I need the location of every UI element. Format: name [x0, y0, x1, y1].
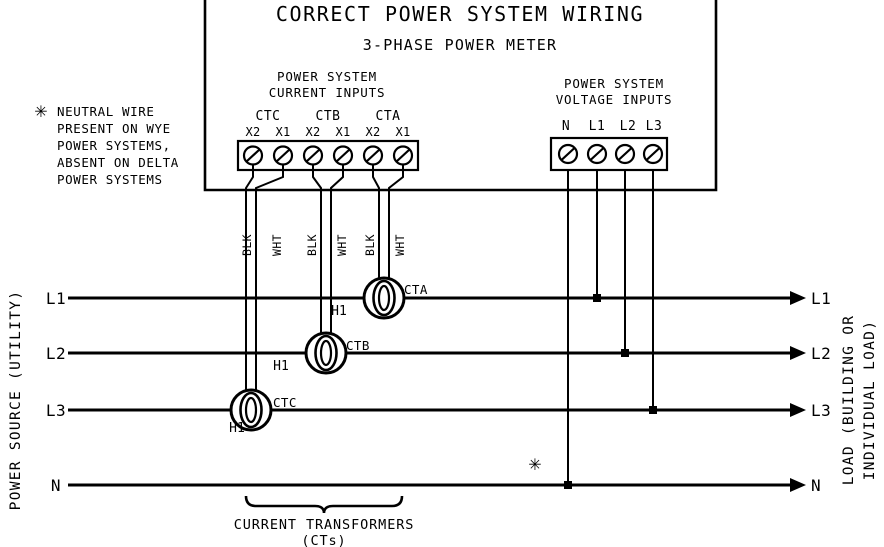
terminal-label-ctb-x1: X1	[335, 125, 350, 139]
ct-caption-line2: (CTs)	[301, 533, 346, 547]
ct-group-label-cta: CTA	[376, 109, 401, 124]
junction-dot-l2	[621, 349, 629, 357]
terminal-screw-ctb-x1[interactable]	[332, 145, 354, 166]
source-line-label-l2: L2	[46, 344, 66, 363]
junction-dot-n	[564, 481, 572, 489]
voltage-inputs-heading-line1: POWER SYSTEM	[564, 76, 664, 91]
source-line-label-n: N	[51, 476, 61, 495]
asterisk-note-icon: ✳	[35, 98, 48, 122]
ct-label-cta: CTA	[404, 282, 428, 297]
terminal-label-ctc-x2: X2	[245, 125, 260, 139]
ct-polarity-label-cta: H1	[331, 304, 347, 319]
wire-label-ctc-blk: BLK	[240, 234, 254, 256]
ct-label-ctc: CTC	[273, 395, 297, 410]
note-line-5: POWER SYSTEMS	[57, 172, 163, 187]
current-transformer-ctb	[304, 331, 348, 375]
load-line-label-n: N	[811, 476, 821, 495]
load-side-label-line1: LOAD (BUILDING OR	[841, 315, 857, 486]
terminal-screw-ctc-x1[interactable]	[272, 145, 294, 166]
note-line-3: POWER SYSTEMS,	[57, 138, 171, 153]
voltage-terminal-label-l1: L1	[589, 119, 606, 134]
terminal-label-ctb-x2: X2	[305, 125, 320, 139]
wire-label-cta-blk: BLK	[363, 234, 377, 256]
load-side-label-line2: INDIVIDUAL LOAD)	[862, 320, 878, 480]
terminal-screw-voltage-l2[interactable]	[614, 143, 636, 165]
load-line-label-l2: L2	[811, 344, 831, 363]
junction-dot-l1	[593, 294, 601, 302]
voltage-terminal-label-l2: L2	[620, 119, 637, 134]
wire-label-cta-wht: WHT	[393, 234, 407, 256]
wire-label-ctb-wht: WHT	[335, 234, 349, 256]
terminal-label-cta-x1: X1	[395, 125, 410, 139]
current-transformer-cta	[362, 276, 406, 320]
ct-group-label-ctb: CTB	[316, 109, 341, 124]
terminal-screw-voltage-n[interactable]	[557, 143, 579, 165]
junction-dot-l3	[649, 406, 657, 414]
terminal-screw-cta-x1[interactable]	[392, 145, 414, 166]
ct-polarity-label-ctc: H1	[229, 421, 245, 436]
ct-caption-line1: CURRENT TRANSFORMERS	[234, 517, 415, 533]
note-line-1: NEUTRAL WIRE	[57, 104, 155, 119]
wire-label-ctb-blk: BLK	[305, 234, 319, 256]
source-line-label-l1: L1	[46, 289, 66, 308]
page-subtitle: 3-PHASE POWER METER	[363, 36, 557, 54]
terminal-label-cta-x2: X2	[365, 125, 380, 139]
current-input-terminal-block[interactable]	[236, 139, 420, 172]
power-meter-wiring-diagram: CORRECT POWER SYSTEM WIRING 3-PHASE POWE…	[0, 0, 884, 547]
wiring-diagram-page: CORRECT POWER SYSTEM WIRING 3-PHASE POWE…	[0, 0, 884, 547]
source-line-label-l3: L3	[46, 401, 66, 420]
terminal-screw-voltage-l1[interactable]	[586, 143, 608, 165]
note-line-2: PRESENT ON WYE	[57, 121, 171, 136]
ct-label-ctb: CTB	[346, 338, 370, 353]
note-line-4: ABSENT ON DELTA	[57, 155, 179, 170]
voltage-terminal-label-n: N	[562, 119, 570, 134]
wire-label-ctc-wht: WHT	[270, 234, 284, 256]
current-inputs-heading-line2: CURRENT INPUTS	[269, 85, 386, 100]
terminal-screw-ctc-x2[interactable]	[242, 145, 264, 166]
ct-group-label-ctc: CTC	[256, 109, 281, 124]
voltage-terminal-label-l3: L3	[646, 119, 663, 134]
canvas-background	[0, 0, 884, 547]
neutral-asterisk-marker-icon: ✳	[529, 451, 542, 475]
page-title: CORRECT POWER SYSTEM WIRING	[276, 2, 644, 26]
terminal-screw-voltage-l3[interactable]	[642, 143, 664, 165]
ct-polarity-label-ctb: H1	[273, 359, 289, 374]
voltage-inputs-heading-line2: VOLTAGE INPUTS	[556, 92, 673, 107]
terminal-label-ctc-x1: X1	[275, 125, 290, 139]
load-line-label-l3: L3	[811, 401, 831, 420]
terminal-screw-cta-x2[interactable]	[362, 145, 384, 166]
power-source-side-label: POWER SOURCE (UTILITY)	[8, 290, 24, 511]
current-inputs-heading-line1: POWER SYSTEM	[277, 69, 377, 84]
load-line-label-l1: L1	[811, 289, 831, 308]
terminal-screw-ctb-x2[interactable]	[302, 145, 324, 166]
